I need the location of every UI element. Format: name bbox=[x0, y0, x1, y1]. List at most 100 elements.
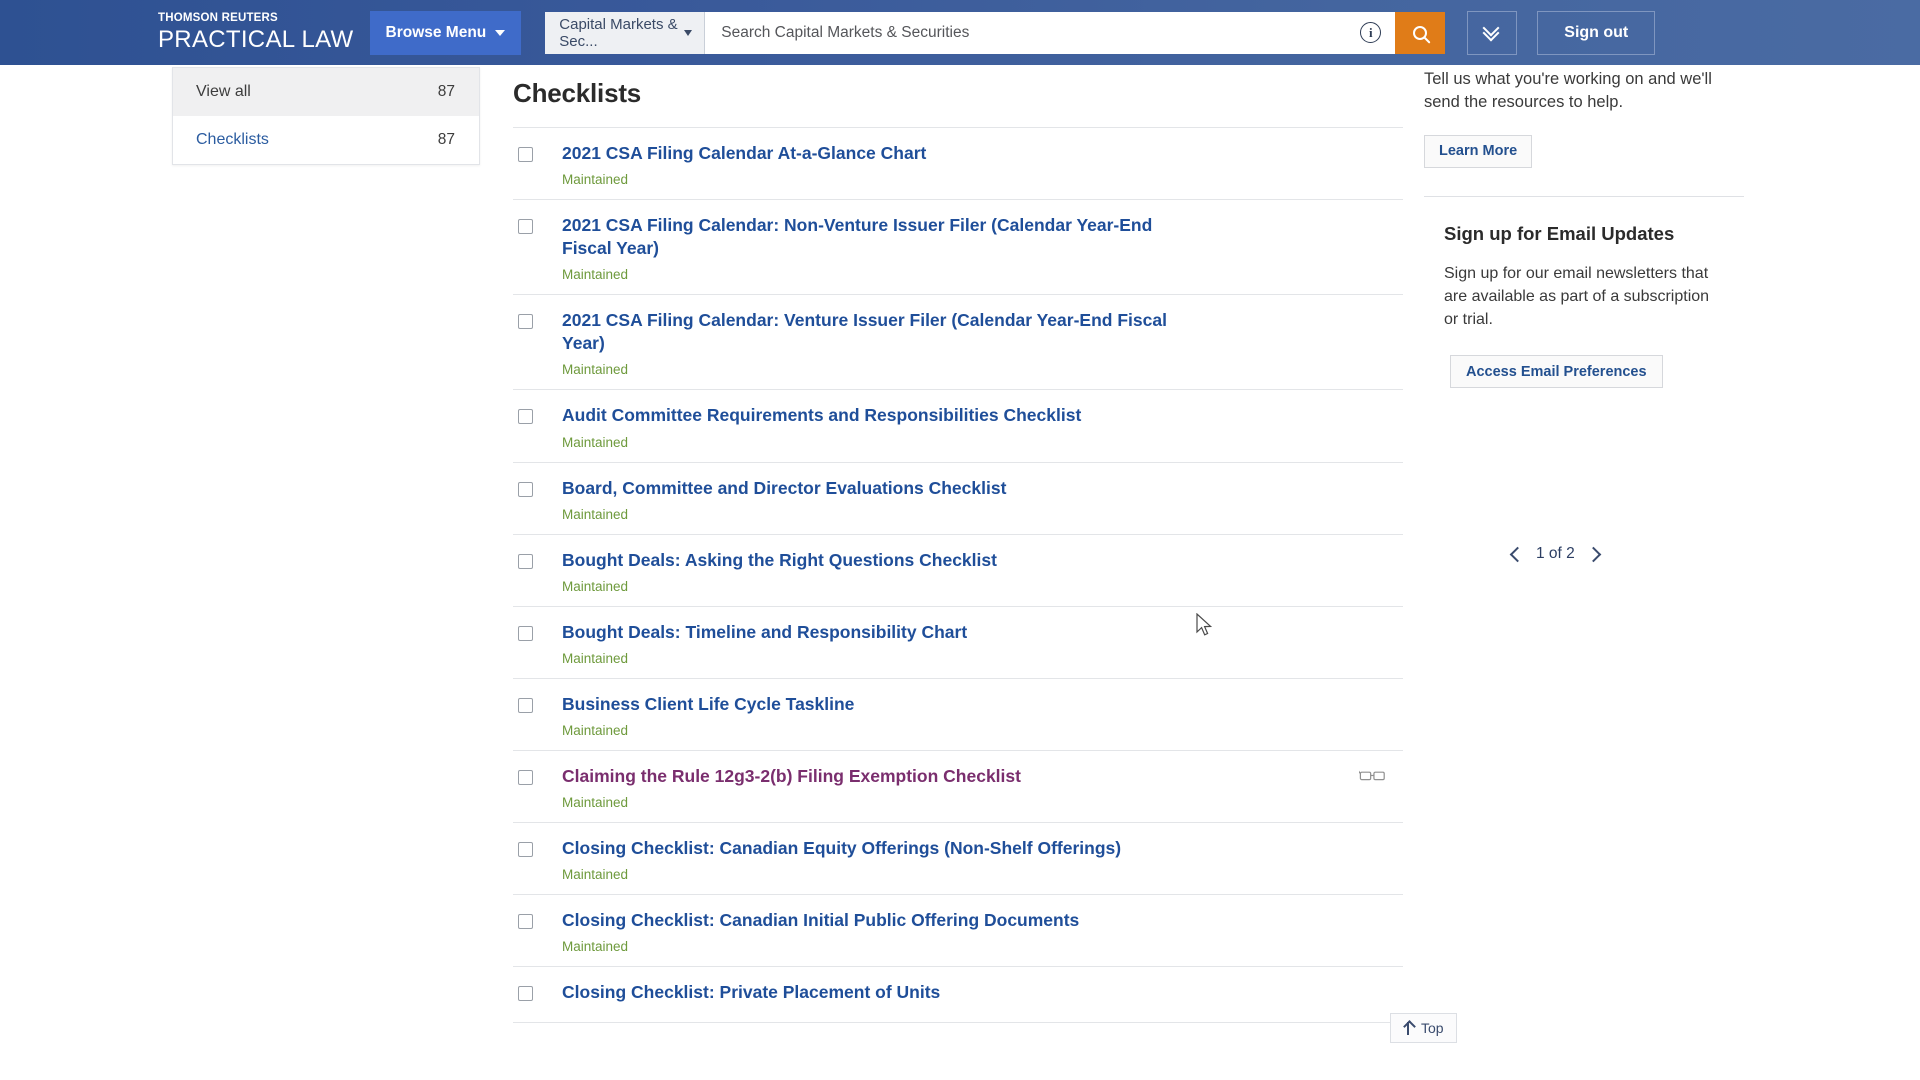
rail-divider bbox=[1424, 195, 1744, 197]
result-row: Closing Checklist: Canadian Initial Publ… bbox=[513, 895, 1403, 968]
browse-menu-label: Browse Menu bbox=[385, 23, 487, 41]
result-checkbox[interactable] bbox=[518, 409, 533, 425]
result-body: 2021 CSA Filing Calendar At-a-Glance Cha… bbox=[562, 142, 1403, 187]
result-row: 2021 CSA Filing Calendar: Venture Issuer… bbox=[513, 295, 1403, 391]
facet-item-view-all[interactable]: View all 87 bbox=[173, 68, 479, 116]
result-body: 2021 CSA Filing Calendar: Venture Issuer… bbox=[562, 309, 1403, 377]
access-email-preferences-button[interactable]: Access Email Preferences bbox=[1450, 355, 1663, 389]
result-title-link[interactable]: Closing Checklist: Canadian Initial Publ… bbox=[562, 909, 1079, 932]
search-input[interactable] bbox=[719, 22, 1361, 43]
browse-menu-button[interactable]: Browse Menu bbox=[369, 10, 522, 55]
result-row: Closing Checklist: Canadian Equity Offer… bbox=[513, 823, 1403, 896]
result-row: Board, Committee and Director Evaluation… bbox=[513, 463, 1403, 535]
result-title-link[interactable]: Bought Deals: Asking the Right Questions… bbox=[562, 549, 997, 572]
result-status: Maintained bbox=[562, 362, 629, 378]
right-rail: Tell us what you're working on and we'll… bbox=[1424, 68, 1744, 389]
result-body: Bought Deals: Timeline and Responsibilit… bbox=[562, 621, 1403, 666]
result-checkbox[interactable] bbox=[518, 842, 533, 858]
result-status: Maintained bbox=[562, 722, 629, 738]
app-header: THOMSON REUTERS PRACTICAL LAW Browse Men… bbox=[0, 0, 1920, 65]
facet-item-checklists[interactable]: Checklists 87 bbox=[173, 116, 479, 164]
result-checkbox[interactable] bbox=[518, 553, 533, 569]
learn-more-button[interactable]: Learn More bbox=[1424, 134, 1533, 168]
chevron-down-icon bbox=[684, 29, 693, 36]
result-checkbox[interactable] bbox=[518, 914, 533, 930]
result-body: Audit Committee Requirements and Respons… bbox=[562, 404, 1403, 449]
info-circle-icon[interactable]: i bbox=[1360, 22, 1382, 43]
result-status: Maintained bbox=[562, 867, 629, 883]
result-row: Bought Deals: Timeline and Responsibilit… bbox=[513, 607, 1403, 679]
facet-panel: View all 87 Checklists 87 bbox=[172, 67, 480, 165]
sign-out-button[interactable]: Sign out bbox=[1537, 10, 1656, 55]
sign-out-label: Sign out bbox=[1564, 23, 1629, 41]
chevron-down-icon bbox=[495, 29, 506, 36]
result-body: Closing Checklist: Canadian Equity Offer… bbox=[562, 837, 1403, 882]
page-title: Checklists bbox=[513, 78, 642, 108]
result-status: Maintained bbox=[562, 650, 629, 666]
search-field-wrapper: i bbox=[705, 11, 1396, 54]
search-submit-button[interactable] bbox=[1395, 11, 1446, 54]
result-checkbox[interactable] bbox=[518, 481, 533, 497]
chevron-right-icon[interactable] bbox=[1585, 546, 1602, 562]
glasses-icon bbox=[1359, 770, 1385, 781]
result-status: Maintained bbox=[562, 172, 629, 188]
result-body: Bought Deals: Asking the Right Questions… bbox=[562, 549, 1403, 594]
main-content: Checklists 2021 CSA Filing Calendar At-a… bbox=[513, 78, 1403, 1024]
result-checkbox[interactable] bbox=[518, 986, 533, 1002]
result-checkbox[interactable] bbox=[518, 147, 533, 162]
brand-practical-law: PRACTICAL LAW bbox=[158, 25, 354, 53]
search-icon bbox=[1413, 25, 1428, 40]
facet-count: 87 bbox=[437, 131, 455, 148]
pagination: 1 of 2 bbox=[1509, 545, 1602, 563]
result-status: Maintained bbox=[562, 267, 629, 283]
result-title-link[interactable]: 2021 CSA Filing Calendar At-a-Glance Cha… bbox=[562, 142, 926, 165]
result-checkbox[interactable] bbox=[518, 769, 533, 785]
result-status: Maintained bbox=[562, 578, 629, 594]
result-title-link[interactable]: Closing Checklist: Canadian Equity Offer… bbox=[562, 837, 1121, 860]
result-row: Audit Committee Requirements and Respons… bbox=[513, 390, 1403, 463]
result-title-link[interactable]: Bought Deals: Timeline and Responsibilit… bbox=[562, 621, 967, 644]
expand-header-button[interactable] bbox=[1467, 10, 1518, 55]
email-updates-heading: Sign up for Email Updates bbox=[1444, 222, 1675, 244]
back-to-top-button[interactable]: Top bbox=[1390, 1013, 1457, 1043]
result-row: Bought Deals: Asking the Right Questions… bbox=[513, 535, 1403, 607]
result-row: 2021 CSA Filing Calendar At-a-Glance Cha… bbox=[513, 128, 1403, 201]
result-body: 2021 CSA Filing Calendar: Non-Venture Is… bbox=[562, 214, 1403, 282]
result-status: Maintained bbox=[562, 795, 629, 811]
search-scope-label: Capital Markets & Sec... bbox=[559, 15, 678, 50]
result-body: Closing Checklist: Private Placement of … bbox=[562, 981, 1403, 1004]
result-title-link[interactable]: 2021 CSA Filing Calendar: Non-Venture Is… bbox=[562, 214, 1202, 260]
result-title-link[interactable]: Claiming the Rule 12g3-2(b) Filing Exemp… bbox=[562, 765, 1021, 788]
back-to-top-label: Top bbox=[1421, 1020, 1444, 1036]
result-body: Business Client Life Cycle Taskline Maint… bbox=[562, 693, 1403, 738]
facet-label: View all bbox=[196, 83, 251, 100]
result-checkbox[interactable] bbox=[518, 219, 533, 235]
result-title-link[interactable]: 2021 CSA Filing Calendar: Venture Issuer… bbox=[562, 309, 1202, 355]
result-title-link[interactable]: Audit Committee Requirements and Respons… bbox=[562, 404, 1081, 427]
result-row: 2021 CSA Filing Calendar: Non-Venture Is… bbox=[513, 200, 1403, 296]
facet-label: Checklists bbox=[196, 131, 269, 148]
double-chevron-down-icon bbox=[1482, 19, 1500, 41]
result-row: Closing Checklist: Private Placement of … bbox=[513, 967, 1403, 1024]
result-title-link[interactable]: Board, Committee and Director Evaluation… bbox=[562, 477, 1006, 500]
result-body: Closing Checklist: Canadian Initial Publ… bbox=[562, 909, 1403, 954]
search-scope-dropdown[interactable]: Capital Markets & Sec... bbox=[545, 11, 706, 54]
result-status: Maintained bbox=[562, 434, 629, 450]
result-title-link[interactable]: Closing Checklist: Private Placement of … bbox=[562, 981, 940, 1004]
search-bar: Capital Markets & Sec... i bbox=[545, 11, 1446, 54]
brand-logo: THOMSON REUTERS PRACTICAL LAW bbox=[158, 13, 354, 52]
result-checkbox[interactable] bbox=[518, 314, 533, 330]
result-checkbox[interactable] bbox=[518, 625, 533, 641]
result-title-link[interactable]: Business Client Life Cycle Taskline bbox=[562, 693, 854, 716]
result-row: Claiming the Rule 12g3-2(b) Filing Exemp… bbox=[513, 751, 1403, 824]
brand-thomson-reuters: THOMSON REUTERS bbox=[158, 12, 278, 25]
result-checkbox[interactable] bbox=[518, 697, 533, 713]
chevron-left-icon[interactable] bbox=[1509, 546, 1526, 562]
results-list: 2021 CSA Filing Calendar At-a-Glance Cha… bbox=[513, 127, 1403, 1024]
result-status: Maintained bbox=[562, 506, 629, 522]
result-body: Claiming the Rule 12g3-2(b) Filing Exemp… bbox=[562, 765, 1403, 810]
facet-count: 87 bbox=[437, 83, 455, 100]
result-status: Maintained bbox=[562, 939, 629, 955]
pagination-label: 1 of 2 bbox=[1536, 545, 1575, 562]
arrow-up-icon bbox=[1403, 1021, 1414, 1035]
